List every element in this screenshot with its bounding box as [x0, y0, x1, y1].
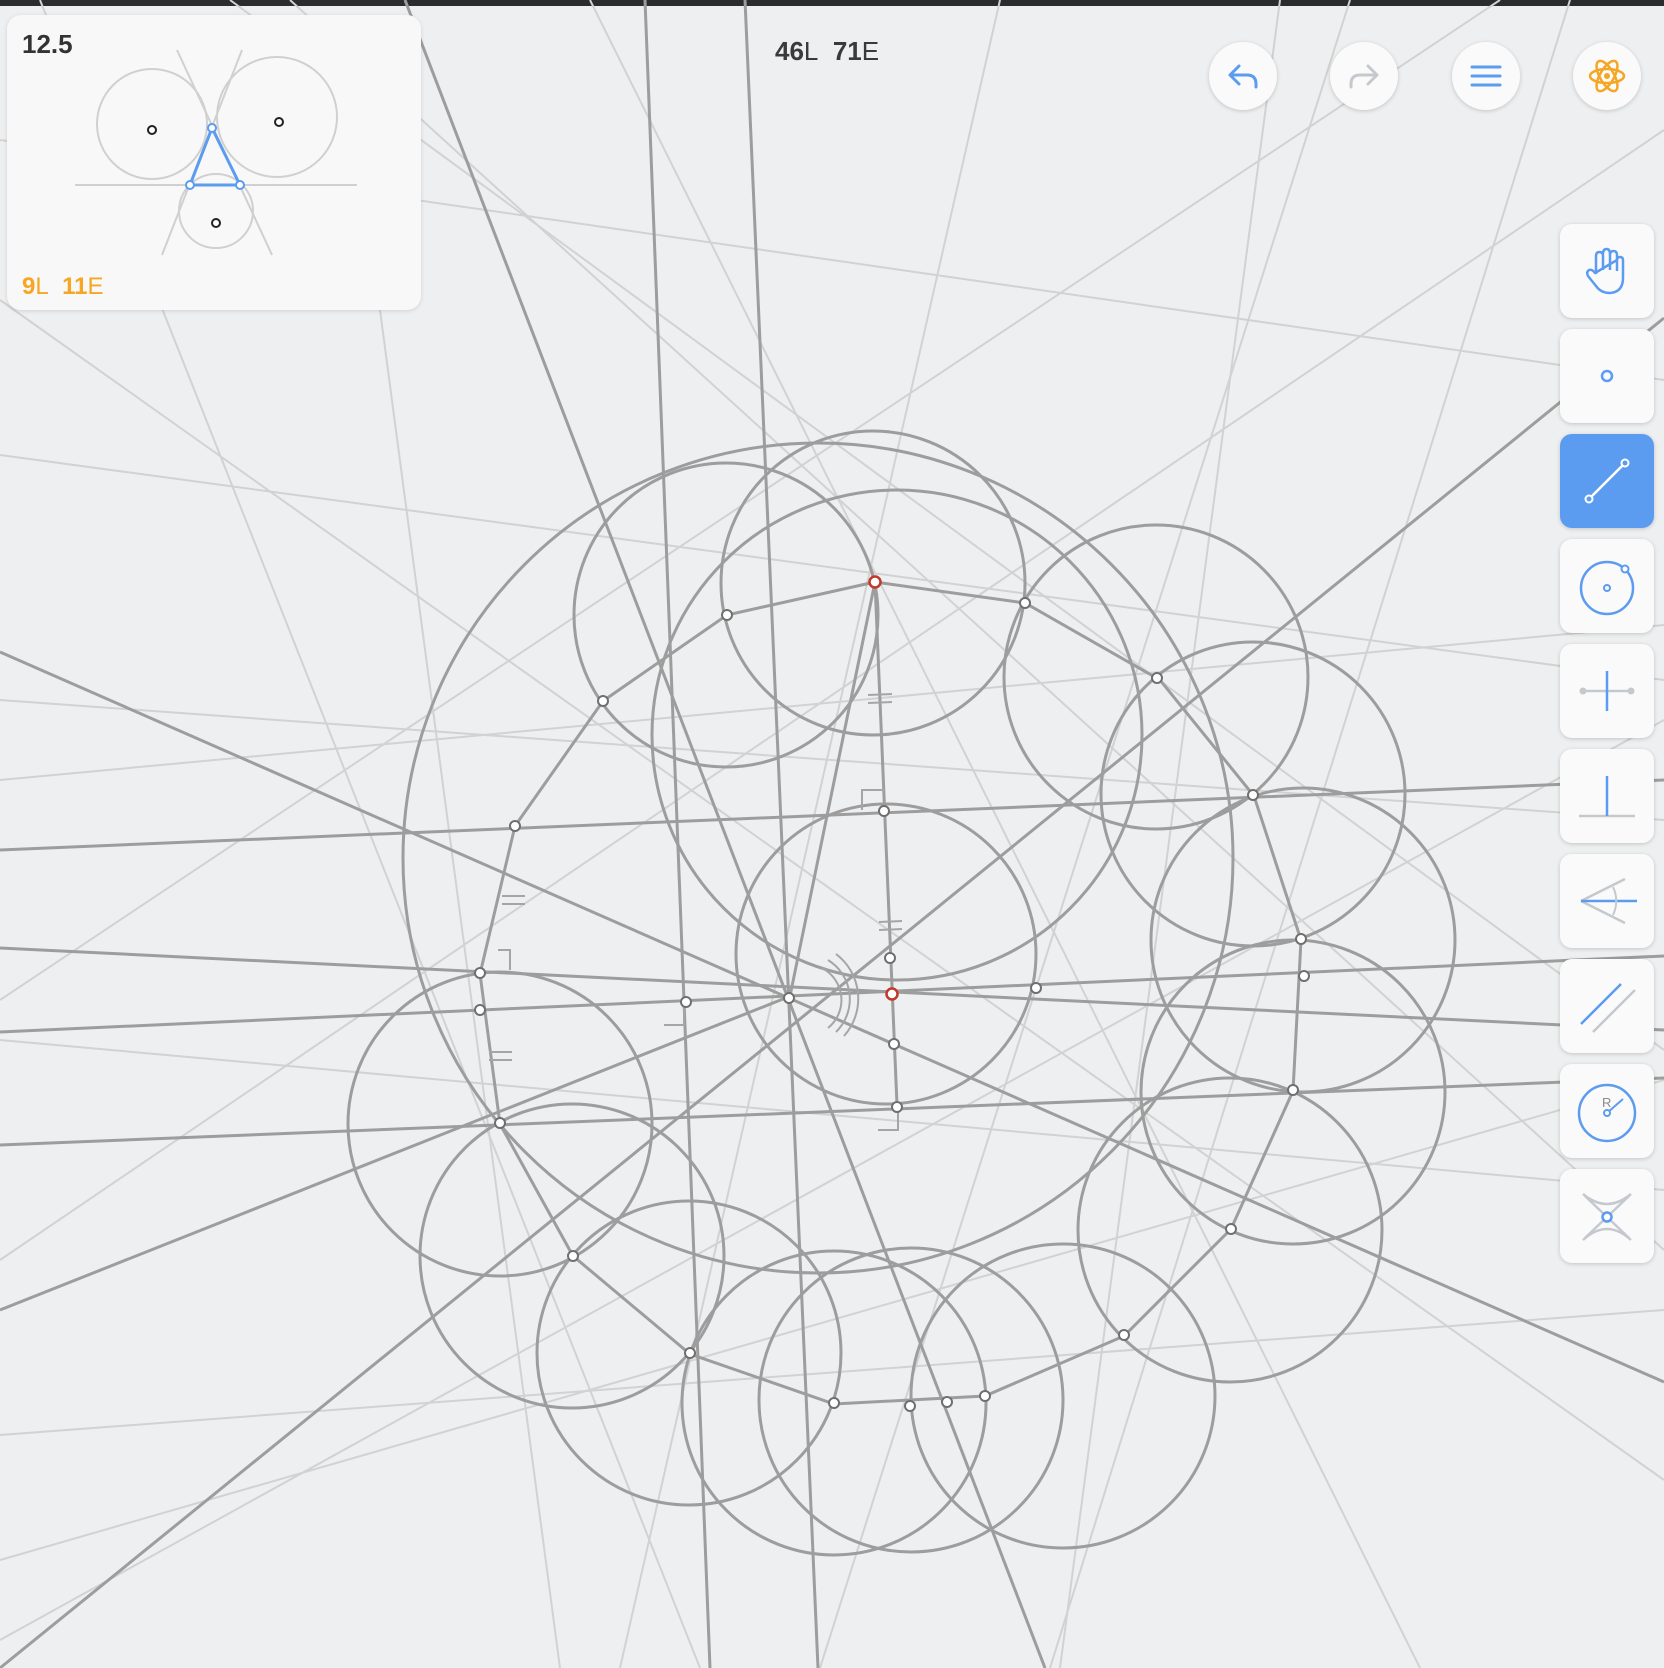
lines-unit: L: [803, 36, 819, 66]
goal-lines-unit: L: [35, 273, 49, 300]
elementary-unit: E: [861, 36, 880, 66]
tool-parallel[interactable]: [1560, 959, 1654, 1053]
tool-perpendicular-bisector[interactable]: [1560, 644, 1654, 738]
hamburger-menu-icon: [1470, 65, 1502, 87]
parallel-lines-icon: [1580, 983, 1636, 1033]
atom-icon: [1588, 59, 1626, 93]
undo-button[interactable]: [1209, 42, 1277, 110]
compass-circle-icon: R: [1577, 1083, 1637, 1143]
undo-arrow-icon: [1228, 64, 1258, 89]
elementary-count: 71: [832, 36, 862, 66]
level-goal-card: 12.5 9L 11E: [7, 15, 421, 310]
compass-radius-label: R: [1602, 1095, 1611, 1110]
tool-perpendicular[interactable]: [1560, 749, 1654, 843]
point-icon: [1600, 369, 1614, 383]
line-icon: [1584, 458, 1630, 504]
tool-line[interactable]: [1560, 434, 1654, 528]
hint-button[interactable]: [1573, 42, 1641, 110]
redo-arrow-icon: [1349, 64, 1379, 89]
level-number: 12.5: [22, 29, 73, 59]
hand-icon: [1585, 247, 1625, 295]
move-counter: 46L 71E: [775, 36, 879, 67]
angle-bisector-icon: [1580, 877, 1637, 925]
redo-button[interactable]: [1330, 42, 1398, 110]
menu-button[interactable]: [1452, 42, 1520, 110]
circle-icon: [1579, 560, 1635, 616]
perpendicular-bisector-icon: [1579, 671, 1635, 711]
goal-lines-count: 9: [22, 273, 36, 300]
intersection-icon: [1582, 1193, 1632, 1241]
tool-point[interactable]: [1560, 329, 1654, 423]
tool-compass[interactable]: R: [1560, 1064, 1654, 1158]
lines-count: 46: [775, 36, 804, 66]
goal-elementary-unit: E: [87, 273, 104, 300]
perpendicular-icon: [1579, 776, 1635, 818]
goal-elementary-count: 11: [62, 273, 88, 300]
tool-intersect[interactable]: [1560, 1169, 1654, 1263]
tool-move[interactable]: [1560, 224, 1654, 318]
tool-angle-bisector[interactable]: [1560, 854, 1654, 948]
level-goal-moves: 9L 11E: [22, 273, 103, 301]
tool-circle[interactable]: [1560, 539, 1654, 633]
